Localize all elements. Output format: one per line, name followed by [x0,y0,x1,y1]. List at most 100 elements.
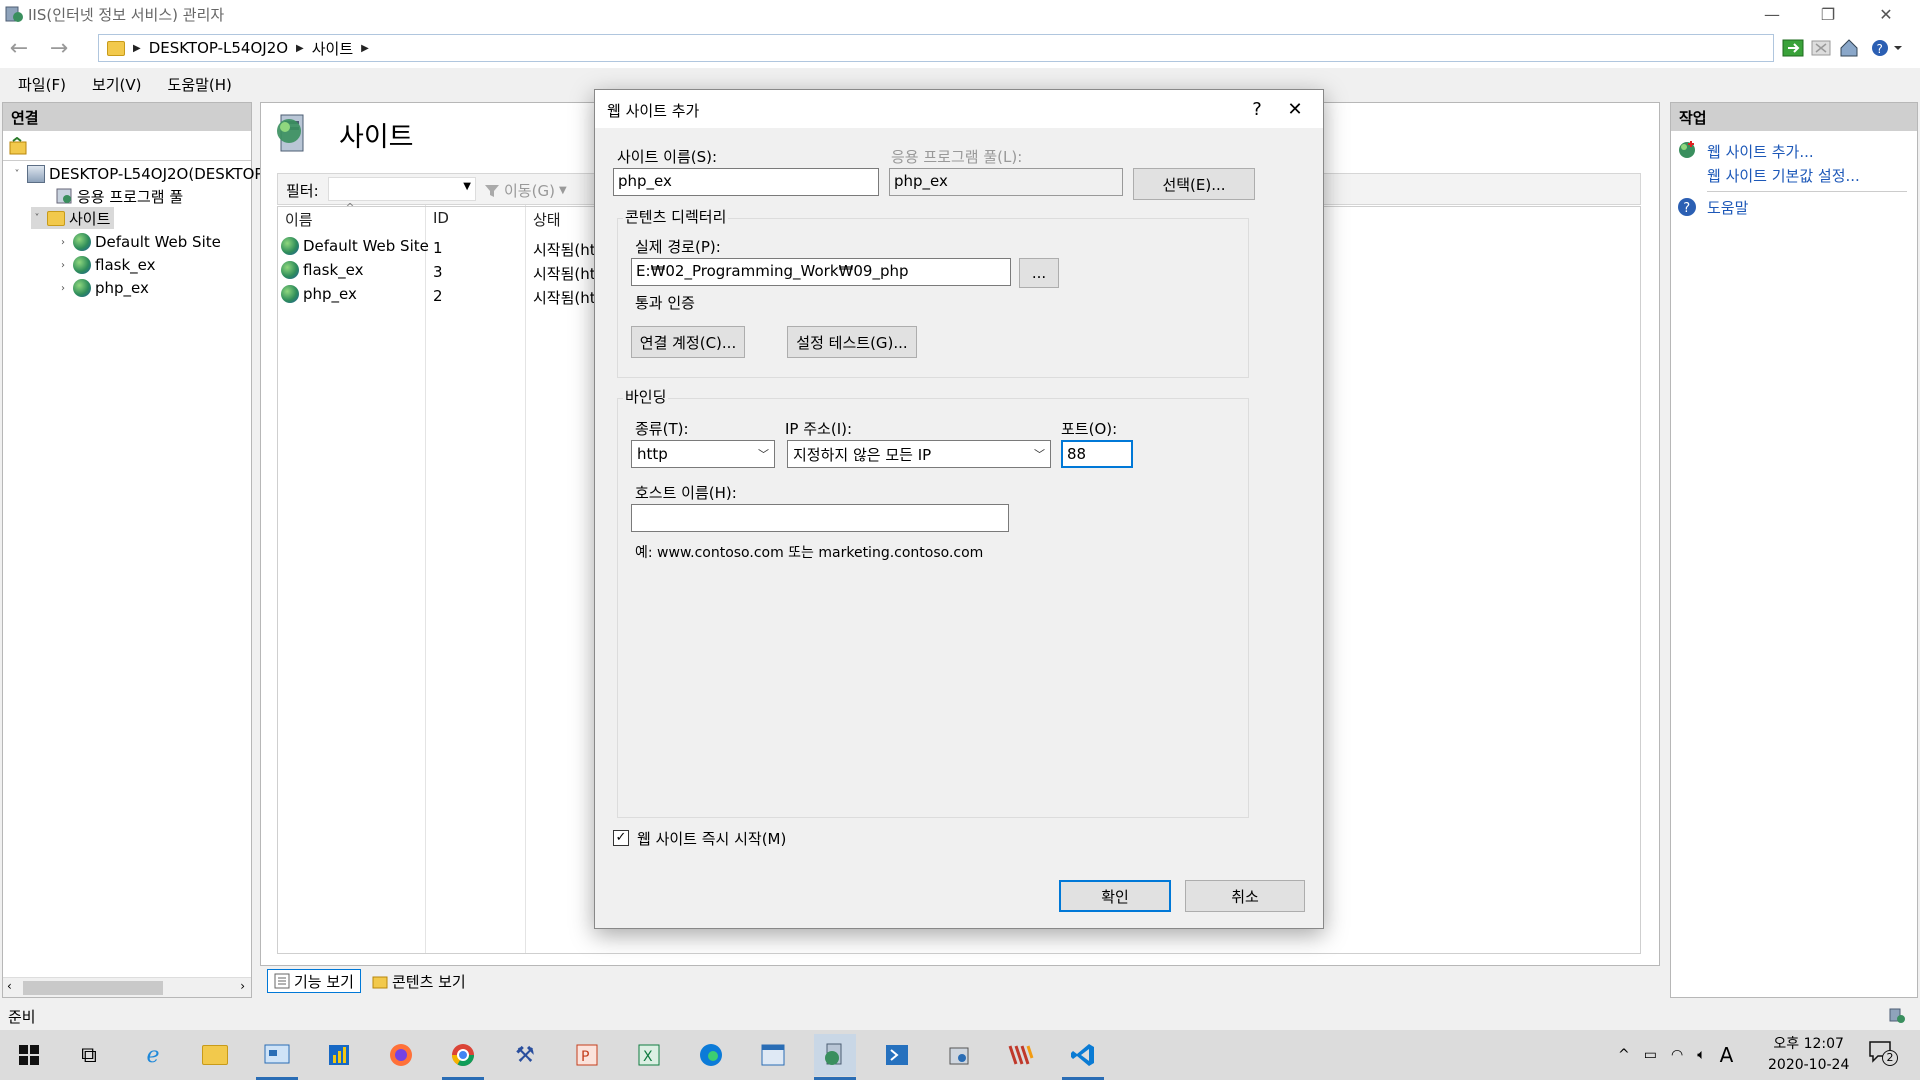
volume-icon[interactable]: 🔈︎ [1697,1047,1705,1063]
horizontal-scrollbar[interactable]: ‹ › [3,977,251,997]
help-menu-button[interactable]: ? [1868,36,1908,60]
connect-button[interactable] [9,136,27,159]
taskbar-internet-explorer[interactable]: ℯ [132,1034,174,1076]
port-input[interactable]: 88 [1061,440,1133,468]
help-link[interactable]: 도움말 [1707,197,1748,218]
menu-file[interactable]: 파일(F) [18,74,66,95]
expand-icon[interactable]: › [57,237,69,248]
connect-as-button[interactable]: 연결 계정(C)... [631,326,745,358]
tree-item-app-pools-label: 응용 프로그램 풀 [77,187,184,206]
ime-indicator[interactable]: A [1720,1043,1734,1067]
table-row[interactable]: php_ex [281,285,357,303]
taskbar-file-explorer[interactable] [194,1034,236,1076]
forward-button[interactable]: → [44,34,74,62]
tree-item-server[interactable]: ˅ DESKTOP-L54OJ2O(DESKTOP [11,163,263,185]
breadcrumb-server[interactable]: DESKTOP-L54OJ2O [149,39,288,57]
notification-center-button[interactable]: 2 [1868,1040,1898,1070]
tree-item-site-label: php_ex [95,279,149,297]
tab-content-view[interactable]: 콘텐츠 보기 [365,969,473,993]
start-button[interactable] [8,1034,50,1076]
add-website-link[interactable]: 웹 사이트 추가... [1707,141,1814,162]
tree-item-site-label: Default Web Site [95,233,221,251]
expand-icon[interactable]: › [57,283,69,294]
taskbar-app-window[interactable] [752,1034,794,1076]
scroll-thumb[interactable] [23,981,163,995]
iis-app-icon [4,4,24,24]
filter-input[interactable]: ▼ [328,177,476,201]
menu-view[interactable]: 보기(V) [92,74,142,95]
taskbar-control-panel[interactable] [256,1034,298,1080]
taskbar-powerpoint[interactable]: P [566,1034,608,1076]
menu-help[interactable]: 도움말(H) [168,74,232,95]
restore-button[interactable]: ❐ [1800,0,1856,28]
task-view-button[interactable]: ⧉ [68,1034,110,1076]
scroll-right-icon[interactable]: › [240,979,245,993]
back-button[interactable]: ← [4,34,34,62]
taskbar-chrome[interactable] [442,1034,484,1080]
collapse-icon[interactable]: ˅ [11,169,23,180]
column-header-id[interactable]: ID [433,209,449,227]
site-name-input[interactable]: php_ex [613,168,879,196]
taskbar-excel[interactable]: X [628,1034,670,1076]
test-settings-button[interactable]: 설정 테스트(G)... [787,326,917,358]
expand-icon[interactable]: › [57,260,69,271]
dialog-help-button[interactable]: ? [1237,94,1277,124]
internet-explorer-icon: ℯ [146,1042,160,1068]
chevron-up-icon[interactable]: ^ [1618,1047,1630,1063]
start-immediately-label[interactable]: 웹 사이트 즉시 시작(M) [637,828,786,849]
table-row[interactable]: Default Web Site [281,237,429,255]
clock[interactable]: 오후 12:07 2020-10-24 [1768,1034,1849,1076]
ok-button[interactable]: 확인 [1059,880,1171,912]
tree-item-app-pools[interactable]: 응용 프로그램 풀 [39,185,183,207]
binding-type-value: http [637,445,668,463]
close-window-button[interactable]: ✕ [1858,0,1914,28]
breadcrumb-arrow-icon: ▶ [296,42,304,54]
browse-path-button[interactable]: ... [1019,258,1059,288]
taskbar: ⧉ ℯ ⚒ P X ^ ▭ ◠ 🔈︎ A 오후 12:07 2020-10-24… [0,1030,1920,1080]
website-defaults-link[interactable]: 웹 사이트 기본값 설정... [1707,165,1860,186]
ip-address-select[interactable]: 지정하지 않은 모든 IP ﹀ [787,440,1051,468]
minimize-button[interactable]: — [1744,0,1800,28]
host-name-input[interactable] [631,504,1009,532]
dropdown-arrow-icon[interactable]: ▼ [463,181,471,192]
wifi-icon[interactable]: ◠ [1671,1047,1683,1063]
ip-address-value: 지정하지 않은 모든 IP [793,445,932,464]
go-button[interactable]: 이동(G) ▼ [484,180,567,201]
tab-features-view[interactable]: 기능 보기 [267,969,361,993]
cancel-button[interactable]: 취소 [1185,880,1305,912]
tree-item-site[interactable]: › flask_ex [57,254,155,276]
tree-item-site[interactable]: › Default Web Site [57,231,221,253]
taskbar-app-stripes[interactable] [1000,1034,1042,1076]
dialog-close-button[interactable]: ✕ [1275,94,1315,124]
physical-path-input[interactable]: E:₩02_Programming_Work₩09_php [631,258,1011,286]
tree-item-site[interactable]: › php_ex [57,277,149,299]
taskbar-powershell[interactable] [876,1034,918,1076]
status-bar: 준비 [0,1002,1920,1030]
collapse-icon[interactable]: ˅ [31,213,43,224]
taskbar-app-tool[interactable]: ⚒ [504,1034,546,1076]
column-header-status[interactable]: 상태 [533,209,561,230]
taskbar-app-manager[interactable] [938,1034,980,1076]
select-app-pool-button[interactable]: 선택(E)... [1133,168,1255,200]
taskbar-iis-manager[interactable] [814,1034,856,1080]
address-bar[interactable]: ▶ DESKTOP-L54OJ2O ▶ 사이트 ▶ [98,34,1774,62]
table-row[interactable]: flask_ex [281,261,363,279]
home-button[interactable] [1836,36,1862,60]
window-title: IIS(인터넷 정보 서비스) 관리자 [28,6,225,24]
stop-button[interactable] [1808,36,1834,60]
taskbar-vscode[interactable] [1062,1034,1104,1080]
row-status: 시작됨(ht [533,289,596,307]
taskbar-edge[interactable] [690,1034,732,1076]
scroll-left-icon[interactable]: ‹ [7,979,12,993]
taskbar-firefox[interactable] [380,1034,422,1076]
breadcrumb-sites[interactable]: 사이트 [312,38,353,59]
close-icon: ✕ [1287,98,1303,120]
refresh-button[interactable] [1780,36,1806,60]
column-header-name[interactable]: 이름 [285,209,313,230]
binding-type-select[interactable]: http ﹀ [631,440,775,468]
row-status: 시작됨(ht [533,265,596,283]
taskbar-power-bi[interactable] [318,1034,360,1076]
battery-icon[interactable]: ▭ [1644,1047,1657,1063]
tree-item-sites[interactable]: ˅ 사이트 [31,207,115,229]
start-immediately-checkbox[interactable]: ✓ [613,830,629,846]
